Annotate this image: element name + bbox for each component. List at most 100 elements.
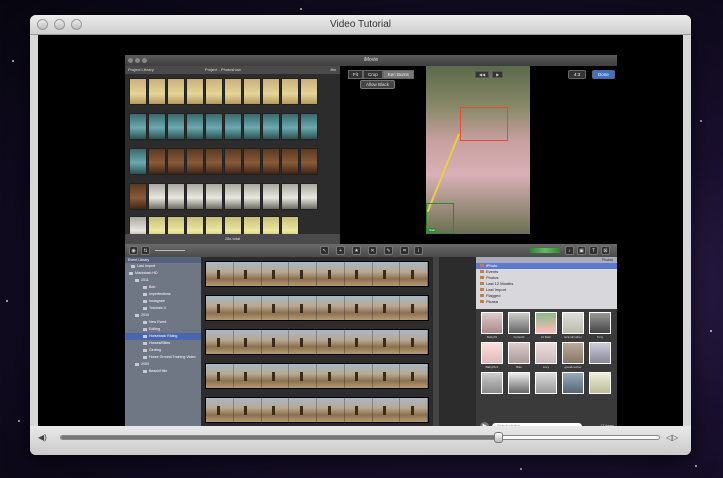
transition-icon[interactable]: ⊠ — [601, 246, 610, 255]
play-icon[interactable]: ▶ — [492, 71, 504, 78]
photo-thumbnail[interactable]: Bike — [507, 342, 531, 369]
photo-thumbnail[interactable] — [534, 372, 558, 395]
event-item[interactable]: Bob — [125, 284, 201, 291]
start-crop-rectangle[interactable]: Start — [426, 203, 454, 234]
volume-meter — [530, 248, 560, 253]
event-item[interactable]: Editing — [125, 326, 201, 333]
viewer: Fit Crop Ken Burns Allow Black Start ◀◀ … — [340, 66, 617, 244]
playback-progress — [61, 436, 498, 439]
tab-ken-burns[interactable]: Ken Burns — [382, 70, 414, 79]
event-item[interactable]: Instagram — [125, 298, 201, 305]
photo-caption: horse03 — [513, 335, 525, 339]
event-item[interactable]: Beach/Hike — [125, 368, 201, 375]
filmstrip-row — [129, 113, 318, 140]
add-icon[interactable]: + — [336, 246, 345, 255]
photo-thumbnail[interactable] — [588, 372, 612, 395]
ken-burns-path — [426, 133, 460, 213]
event-item[interactable]: Tutorials II — [125, 305, 201, 312]
clips-scrollbar[interactable] — [433, 257, 439, 434]
event-item[interactable]: Horse Ground Training Video — [125, 354, 201, 361]
photo-clip — [205, 78, 223, 105]
clip-filmstrip[interactable] — [205, 329, 429, 355]
photo-thumbnail[interactable] — [480, 372, 504, 395]
photo-icon[interactable]: ▣ — [577, 246, 586, 255]
crop-mode-tabs: Fit Crop Ken Burns — [348, 70, 414, 79]
photo-thumbnail[interactable]: grandmother — [561, 342, 585, 369]
photo-thumbnail[interactable]: Tony — [588, 312, 612, 339]
reject-icon[interactable]: ✕ — [368, 246, 377, 255]
photo-clip — [148, 78, 166, 105]
photo-thumbnail[interactable] — [561, 372, 585, 395]
photo-thumbnail[interactable]: horse03 — [507, 312, 531, 339]
event-item[interactable]: Last Import — [125, 263, 201, 270]
event-item[interactable]: Imperfections — [125, 291, 201, 298]
photo-caption: Grandmother — [564, 335, 582, 339]
photo-caption: Tony — [596, 335, 604, 339]
project-browser: Project Library Project - Photoshow 8m 2… — [125, 66, 340, 244]
photo-thumbnail[interactable]: Grandmother — [561, 312, 585, 339]
photo-thumbnail[interactable] — [507, 372, 531, 395]
zoom-slider[interactable] — [155, 250, 185, 251]
title-icon[interactable]: T — [589, 246, 598, 255]
clip-filmstrip[interactable] — [205, 261, 429, 287]
camera-icon[interactable]: ◉ — [129, 246, 138, 255]
event-item[interactable]: Circling — [125, 347, 201, 354]
window-title: Video Tutorial — [330, 19, 391, 30]
event-item[interactable]: Horses/Bikes — [125, 340, 201, 347]
info-icon[interactable]: i — [414, 246, 423, 255]
playhead[interactable] — [493, 432, 503, 443]
allow-black-button[interactable]: Allow Black — [360, 80, 396, 89]
end-crop-rectangle[interactable] — [460, 107, 508, 141]
photo-clip — [205, 148, 223, 175]
keyword-icon[interactable]: ✎ — [384, 246, 393, 255]
favorite-icon[interactable]: ★ — [352, 246, 361, 255]
event-item[interactable]: New Event — [125, 319, 201, 326]
clip-filmstrip[interactable] — [205, 397, 429, 423]
photo-clip — [243, 148, 261, 175]
tab-fit[interactable]: Fit — [348, 70, 363, 79]
photo-thumbnail-grid: Baby01 horse03 sit flash Grandmother Ton… — [480, 312, 614, 395]
photo-clip — [262, 113, 280, 140]
aspect-button[interactable]: 4:3 — [568, 70, 587, 79]
clip-filmstrip[interactable] — [205, 363, 429, 389]
volume-icon[interactable]: ◀) — [38, 433, 47, 442]
tab-crop[interactable]: Crop — [363, 70, 383, 79]
clip-filmstrip[interactable] — [205, 295, 429, 321]
photo-clip — [129, 183, 147, 210]
select-icon[interactable]: ↖ — [320, 246, 329, 255]
star — [700, 120, 702, 122]
photo-clip — [224, 78, 242, 105]
star — [300, 8, 302, 10]
event-item[interactable]: 2009 — [125, 361, 201, 368]
photo-clip — [129, 78, 147, 105]
video-tutorial-window: Video Tutorial iMovie Project Library Pr… — [30, 15, 691, 455]
event-item-selected[interactable]: Horseback Riding — [125, 333, 201, 340]
photo-thumbnail[interactable] — [588, 342, 612, 369]
photo-clip — [167, 113, 185, 140]
photo-clip — [186, 78, 204, 105]
photo-clip — [224, 113, 242, 140]
event-item[interactable]: 2010 — [125, 312, 201, 319]
event-item[interactable]: Macintosh HD — [125, 270, 201, 277]
photo-thumbnail[interactable]: BabyPic1 — [480, 342, 504, 369]
chapter-icon[interactable]: ◁▷ — [666, 433, 678, 442]
photo-clip — [148, 183, 166, 210]
swap-icon[interactable]: ⇅ — [141, 246, 150, 255]
photo-clip — [129, 148, 147, 175]
photo-thumbnail[interactable]: Lucy — [534, 342, 558, 369]
playback-scrubber[interactable] — [60, 432, 660, 443]
done-button[interactable]: Done — [592, 70, 615, 79]
photo-thumbnail[interactable]: sit flash — [534, 312, 558, 339]
photo-clip — [262, 183, 280, 210]
close-button[interactable] — [37, 19, 48, 30]
music-icon[interactable]: ♪ — [565, 246, 574, 255]
minimize-button[interactable] — [54, 19, 65, 30]
photo-clip — [243, 78, 261, 105]
crop-icon[interactable]: ⌗ — [400, 246, 409, 255]
source-picasa[interactable]: Picasa — [476, 299, 617, 305]
project-name: Project - Photoshow — [204, 67, 241, 72]
event-item[interactable]: 2011 — [125, 277, 201, 284]
photo-thumbnail[interactable]: Baby01 — [480, 312, 504, 339]
rewind-icon[interactable]: ◀◀ — [475, 71, 490, 78]
zoom-button[interactable] — [71, 19, 82, 30]
